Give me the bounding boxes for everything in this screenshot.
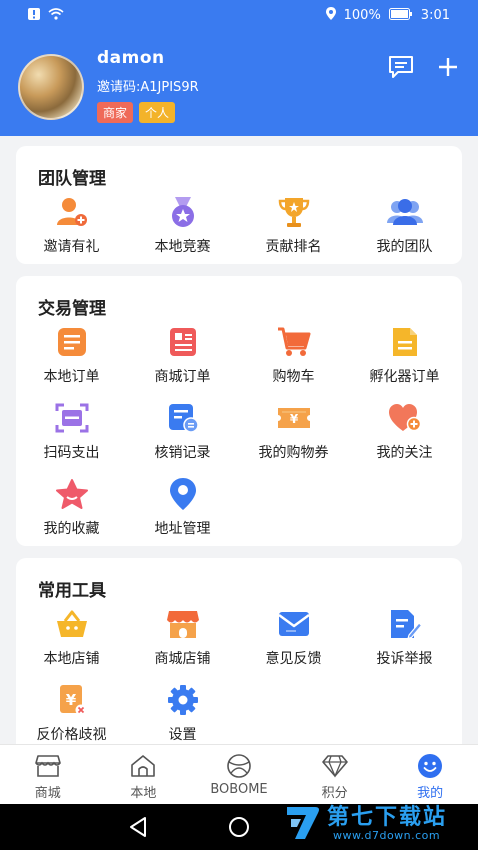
section-title-team: 团队管理 <box>38 169 106 189</box>
message-icon <box>389 56 413 78</box>
mall-order-icon <box>165 324 201 360</box>
section-title-tools: 常用工具 <box>38 581 106 601</box>
trade-management-card: 交易管理 本地订单 商城订单 购物车 孵化器订单 扫码支出 核销记录 ¥ 我的购… <box>16 276 462 546</box>
menu-item-contribution-rank[interactable]: 贡献排名 <box>238 194 349 256</box>
menu-item-writeoff-records[interactable]: 核销记录 <box>127 400 238 462</box>
scan-icon <box>54 400 90 436</box>
gear-icon <box>165 682 201 718</box>
profile-header: damon 邀请码:A1JPIS9R 商家 个人 <box>0 32 478 136</box>
location-pin-icon <box>165 476 201 512</box>
mail-icon <box>276 606 312 642</box>
storefront-icon <box>165 606 201 642</box>
add-button[interactable] <box>433 52 463 82</box>
heart-plus-icon <box>387 400 423 436</box>
back-button[interactable] <box>128 816 148 842</box>
menu-item-my-team[interactable]: 我的团队 <box>349 194 460 256</box>
team-management-card: 团队管理 邀请有礼 本地竞赛 贡献排名 我的团队 <box>16 146 462 264</box>
menu-item-incubator-orders[interactable]: 孵化器订单 <box>349 324 460 386</box>
home-button[interactable] <box>228 816 250 842</box>
document-icon <box>387 324 423 360</box>
order-list-icon <box>54 324 90 360</box>
price-tag-icon: ¥ <box>54 682 90 718</box>
menu-item-mall-store[interactable]: 商城店铺 <box>127 606 238 668</box>
message-button[interactable] <box>386 52 416 82</box>
status-bar: 100% 3:01 <box>0 0 478 32</box>
tab-bobome[interactable]: BOBOME <box>191 745 287 804</box>
clock: 3:01 <box>420 8 450 23</box>
svg-text:¥: ¥ <box>289 412 298 426</box>
tab-local[interactable]: 本地 <box>96 745 192 804</box>
notification-icon <box>28 8 40 24</box>
menu-item-settings[interactable]: 设置 <box>127 682 238 744</box>
tab-points[interactable]: 积分 <box>287 745 383 804</box>
menu-item-local-orders[interactable]: 本地订单 <box>16 324 127 386</box>
bottom-tab-bar: 商城 本地 BOBOME 积分 我的 <box>0 744 478 804</box>
watermark-logo-icon <box>285 801 323 839</box>
record-icon <box>165 400 201 436</box>
section-title-trade: 交易管理 <box>38 299 106 319</box>
menu-item-address[interactable]: 地址管理 <box>127 476 238 538</box>
invite-code: A1JPIS9R <box>140 80 199 95</box>
ball-icon <box>191 753 287 779</box>
menu-item-anti-price-discrimination[interactable]: ¥ 反价格歧视 <box>16 682 127 744</box>
watermark-url: www.d7down.com <box>333 829 441 842</box>
username: damon <box>97 48 165 68</box>
team-icon <box>386 194 423 230</box>
menu-item-complaint[interactable]: 投诉举报 <box>349 606 460 668</box>
coupon-icon: ¥ <box>276 400 312 436</box>
menu-item-scan-pay[interactable]: 扫码支出 <box>16 400 127 462</box>
wifi-icon <box>48 8 64 24</box>
battery-percent: 100% <box>343 8 381 23</box>
menu-item-invite[interactable]: 邀请有礼 <box>16 194 127 256</box>
tab-mall[interactable]: 商城 <box>0 745 96 804</box>
svg-text:¥: ¥ <box>65 691 76 709</box>
plus-icon <box>439 58 457 76</box>
smile-icon <box>382 753 478 779</box>
trophy-icon <box>276 194 312 230</box>
diamond-icon <box>287 753 383 779</box>
tab-mine[interactable]: 我的 <box>382 745 478 804</box>
menu-item-my-coupons[interactable]: ¥ 我的购物券 <box>238 400 349 462</box>
cart-icon <box>276 324 312 360</box>
watermark-title: 第七下载站 <box>327 805 448 830</box>
edit-document-icon <box>387 606 423 642</box>
menu-item-my-favorites[interactable]: 我的收藏 <box>16 476 127 538</box>
watermark: 第七下载站 www.d7down.com <box>283 797 473 847</box>
home-icon <box>96 753 192 779</box>
battery-icon <box>388 7 413 24</box>
common-tools-card: 常用工具 本地店铺 商城店铺 意见反馈 投诉举报 ¥ 反价格歧视 设置 <box>16 558 462 754</box>
invite-user-icon <box>54 194 90 230</box>
menu-item-cart[interactable]: 购物车 <box>238 324 349 386</box>
star-icon <box>54 476 90 512</box>
basket-icon <box>54 606 90 642</box>
menu-item-my-follows[interactable]: 我的关注 <box>349 400 460 462</box>
menu-item-feedback[interactable]: 意见反馈 <box>238 606 349 668</box>
shop-icon <box>0 753 96 779</box>
back-triangle-icon <box>130 817 146 837</box>
invite-label: 邀请码: <box>97 80 141 95</box>
menu-item-mall-orders[interactable]: 商城订单 <box>127 324 238 386</box>
menu-item-local-contest[interactable]: 本地竞赛 <box>127 194 238 256</box>
avatar[interactable] <box>18 54 84 120</box>
tag-personal: 个人 <box>139 102 176 123</box>
menu-item-local-store[interactable]: 本地店铺 <box>16 606 127 668</box>
tag-merchant: 商家 <box>97 102 134 123</box>
medal-icon <box>165 194 201 230</box>
home-circle-icon <box>229 817 249 837</box>
invite-code-row: 邀请码:A1JPIS9R <box>97 76 199 95</box>
location-icon <box>325 7 336 24</box>
role-tags: 商家 个人 <box>97 102 176 123</box>
